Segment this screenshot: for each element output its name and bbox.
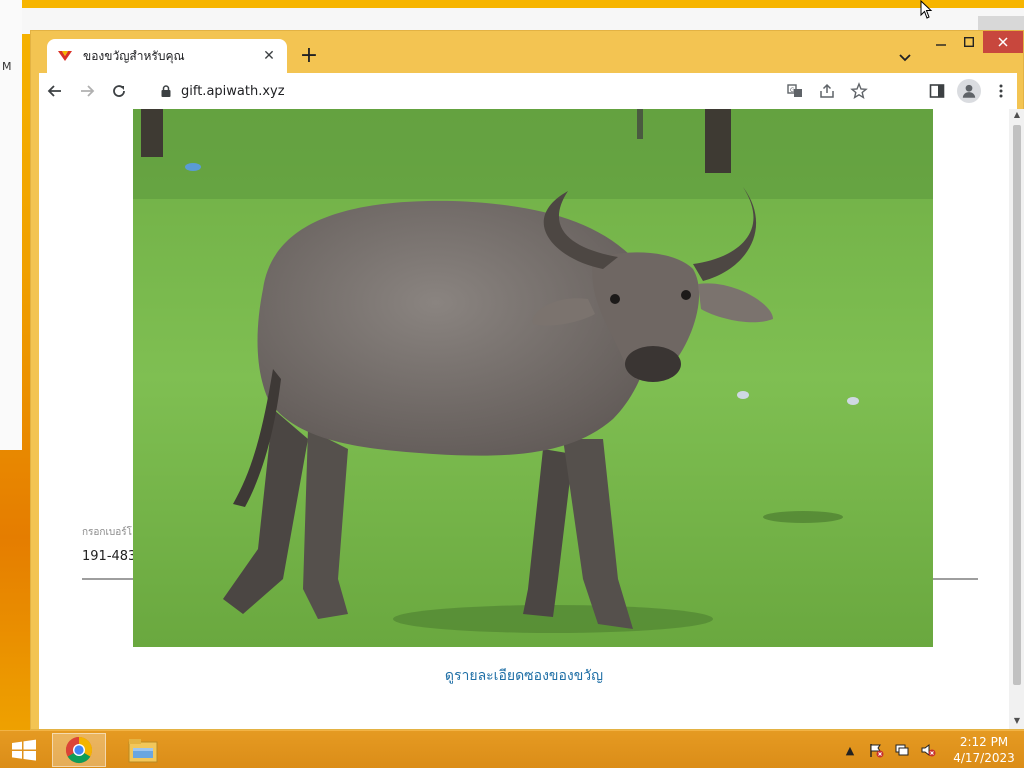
tab-search-chevron-icon[interactable]	[895, 47, 915, 67]
buffalo-image	[133, 109, 933, 647]
translate-icon: G	[787, 84, 802, 97]
mouse-cursor-icon	[920, 0, 933, 19]
clock-date: 4/17/2023	[953, 751, 1015, 765]
chrome-icon	[65, 736, 93, 764]
forward-button[interactable]	[71, 75, 103, 107]
vertical-scrollbar[interactable]: ▲ ▼	[1009, 109, 1024, 729]
address-bar-actions: G	[779, 76, 875, 106]
profile-button[interactable]	[953, 75, 985, 107]
menu-button[interactable]	[985, 75, 1017, 107]
network-icon[interactable]	[892, 740, 912, 760]
windows-start-icon[interactable]	[6, 737, 42, 763]
tab-title: ของขวัญสำหรับคุณ	[83, 48, 185, 63]
browser-tab[interactable]: ของขวัญสำหรับคุณ ✕	[47, 39, 287, 73]
share-icon	[820, 83, 834, 98]
address-bar[interactable]: gift.apiwath.xyz G	[151, 76, 875, 106]
side-panel-button[interactable]	[921, 75, 953, 107]
background-window	[0, 0, 1024, 36]
lock-icon	[161, 85, 171, 97]
maximize-button[interactable]	[955, 31, 983, 53]
scroll-down-icon[interactable]: ▼	[1013, 717, 1021, 725]
phone-field-value[interactable]: 191-483	[82, 549, 136, 564]
svg-text:G: G	[790, 87, 795, 94]
url-text: gift.apiwath.xyz	[181, 83, 285, 99]
back-button[interactable]	[39, 75, 71, 107]
clock-time: 2:12 PM	[959, 735, 1009, 749]
file-explorer-icon	[128, 739, 158, 763]
window-controls	[927, 31, 1023, 53]
scroll-up-icon[interactable]: ▲	[1013, 111, 1021, 119]
browser-toolbar: gift.apiwath.xyz G	[39, 73, 1017, 109]
back-arrow-icon	[47, 85, 61, 97]
volume-muted-icon[interactable]	[918, 740, 938, 760]
star-icon	[850, 82, 868, 99]
avatar-icon	[957, 79, 981, 103]
taskbar-file-explorer-button[interactable]	[116, 733, 170, 767]
background-window-edge: M	[0, 0, 22, 450]
page-viewport: กรอกเบอร์โ 191-483 ดูรายละเอียดซองของขวั…	[39, 109, 1009, 729]
tab-close-icon[interactable]: ✕	[261, 48, 277, 64]
gift-details-link[interactable]: ดูรายละเอียดซองของขวัญ	[39, 665, 1009, 687]
taskbar-chrome-button[interactable]	[52, 733, 106, 767]
toolbar-right	[921, 75, 1017, 107]
reload-icon	[113, 85, 125, 97]
minimize-button[interactable]	[927, 31, 955, 53]
show-hidden-icons-icon[interactable]: ▲	[840, 740, 860, 760]
system-tray: ▲ 2:12 PM 4/17/2023	[834, 731, 1016, 768]
new-tab-button[interactable]: +	[297, 45, 321, 69]
buffalo-photo	[133, 109, 933, 647]
side-panel-icon	[929, 84, 945, 98]
translate-button[interactable]: G	[779, 75, 811, 107]
browser-window: ของขวัญสำหรับคุณ ✕ + gift.apiwath.xyz G …	[30, 30, 1024, 730]
kebab-menu-icon	[999, 84, 1003, 98]
site-favicon-icon	[58, 51, 72, 61]
forward-arrow-icon	[81, 85, 95, 97]
taskbar-clock[interactable]: 2:12 PM 4/17/2023	[952, 734, 1016, 766]
action-center-flag-icon[interactable]	[866, 740, 886, 760]
taskbar: ▲ 2:12 PM 4/17/2023	[0, 730, 1024, 768]
share-button[interactable]	[811, 75, 843, 107]
phone-field-label: กรอกเบอร์โ	[82, 527, 132, 538]
reload-button[interactable]	[103, 75, 135, 107]
close-button[interactable]	[983, 31, 1023, 53]
tab-strip: ของขวัญสำหรับคุณ ✕ +	[31, 31, 1023, 73]
bookmark-button[interactable]	[843, 75, 875, 107]
scroll-thumb[interactable]	[1013, 125, 1021, 685]
background-window-text: M	[2, 60, 12, 73]
